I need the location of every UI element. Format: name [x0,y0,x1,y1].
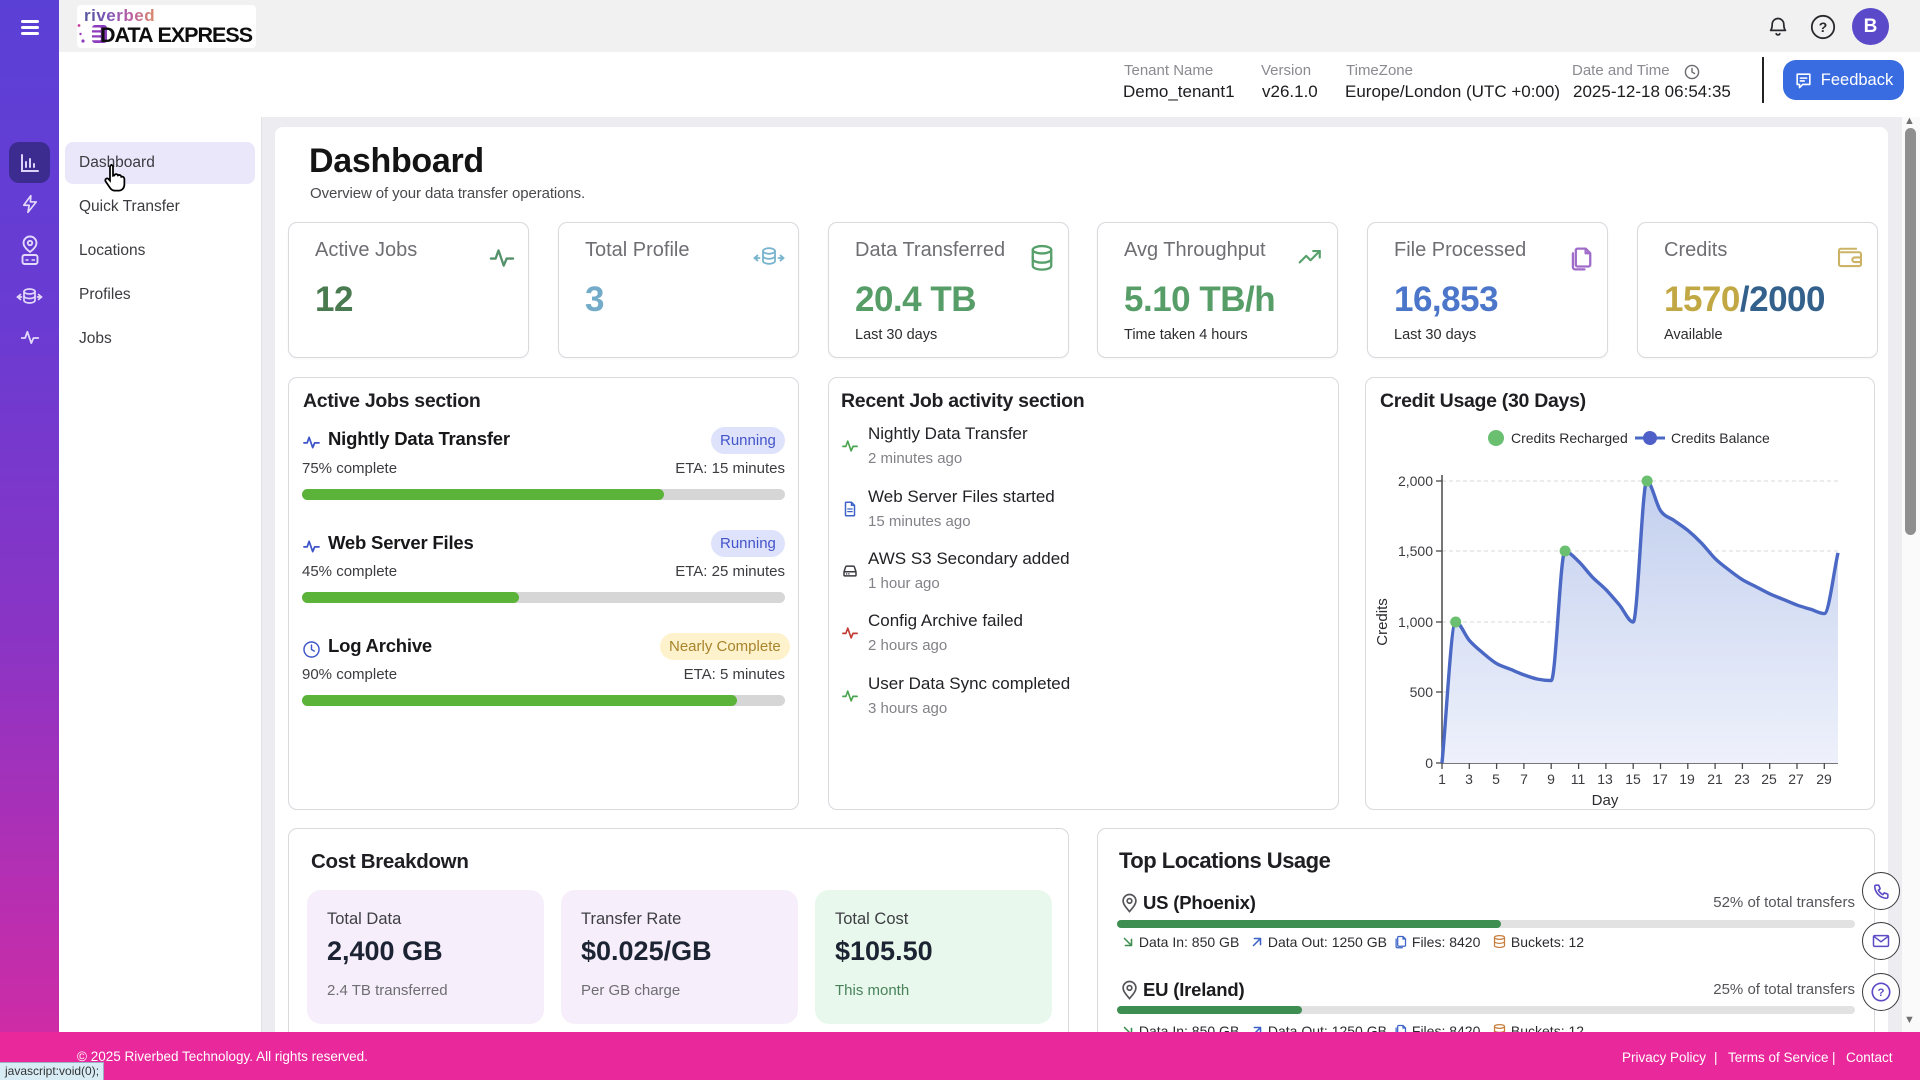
svg-text:17: 17 [1652,771,1668,787]
svg-text:Day: Day [1592,792,1619,809]
svg-text:7: 7 [1520,771,1528,787]
svg-text:21: 21 [1707,771,1723,787]
svg-text:?: ? [1878,987,1885,999]
svg-text:27: 27 [1788,771,1804,787]
svg-text:1,500: 1,500 [1398,543,1433,559]
svg-text:?: ? [1819,19,1828,35]
svg-text:1: 1 [1438,771,1446,787]
svg-text:3: 3 [1465,771,1473,787]
svg-text:11: 11 [1571,771,1586,787]
svg-text:9: 9 [1547,771,1555,787]
svg-text:2,000: 2,000 [1398,473,1433,489]
svg-text:Credits Balance: Credits Balance [1671,430,1770,446]
svg-text:25: 25 [1761,771,1777,787]
svg-text:1,000: 1,000 [1398,614,1433,630]
svg-text:19: 19 [1679,771,1695,787]
svg-text:15: 15 [1625,771,1641,787]
svg-text:Credits Recharged: Credits Recharged [1511,430,1628,446]
svg-text:0: 0 [1425,755,1433,771]
svg-text:23: 23 [1734,771,1750,787]
svg-text:500: 500 [1410,684,1434,700]
svg-text:5: 5 [1492,771,1500,787]
svg-text:13: 13 [1597,771,1613,787]
svg-text:Credits: Credits [1374,598,1391,646]
svg-text:29: 29 [1816,771,1832,787]
